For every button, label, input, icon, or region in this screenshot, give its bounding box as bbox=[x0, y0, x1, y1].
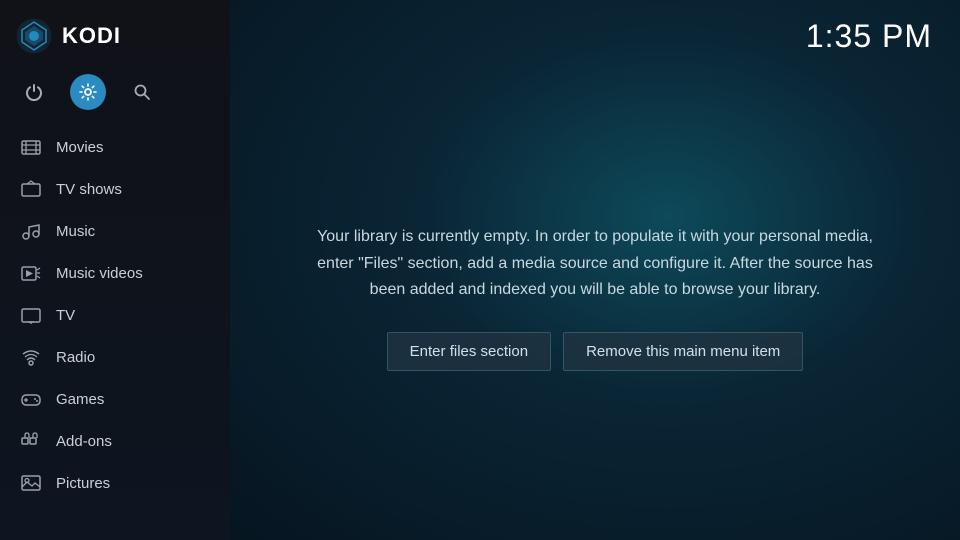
power-button[interactable] bbox=[16, 74, 52, 110]
radio-icon bbox=[20, 346, 42, 368]
sidebar-item-musicvideos[interactable]: Music videos bbox=[0, 252, 230, 294]
sidebar: KODI Movies bbox=[0, 0, 230, 540]
app-name: KODI bbox=[62, 23, 121, 49]
settings-icon bbox=[79, 83, 97, 101]
music-icon bbox=[20, 220, 42, 242]
remove-menu-item-button[interactable]: Remove this main menu item bbox=[563, 332, 803, 371]
sidebar-item-tvshows[interactable]: TV shows bbox=[0, 168, 230, 210]
addons-label: Add-ons bbox=[56, 433, 112, 450]
enter-files-button[interactable]: Enter files section bbox=[387, 332, 551, 371]
sidebar-item-tv[interactable]: TV bbox=[0, 294, 230, 336]
library-empty-message: Your library is currently empty. In orde… bbox=[310, 224, 880, 303]
sidebar-item-pictures[interactable]: Pictures bbox=[0, 462, 230, 504]
musicvideos-icon bbox=[20, 262, 42, 284]
settings-button[interactable] bbox=[70, 74, 106, 110]
radio-label: Radio bbox=[56, 349, 95, 366]
top-bar: 1:35 PM bbox=[230, 0, 960, 55]
main-content: 1:35 PM Your library is currently empty.… bbox=[230, 0, 960, 540]
music-label: Music bbox=[56, 223, 95, 240]
action-buttons: Enter files section Remove this main men… bbox=[387, 332, 804, 371]
sidebar-item-addons[interactable]: Add-ons bbox=[0, 420, 230, 462]
nav-list: Movies TV shows Music Music videos bbox=[0, 126, 230, 540]
tvshows-icon bbox=[20, 178, 42, 200]
sidebar-item-movies[interactable]: Movies bbox=[0, 126, 230, 168]
games-label: Games bbox=[56, 391, 104, 408]
addons-icon bbox=[20, 430, 42, 452]
movies-icon bbox=[20, 136, 42, 158]
games-icon bbox=[20, 388, 42, 410]
pictures-label: Pictures bbox=[56, 475, 110, 492]
content-area: Your library is currently empty. In orde… bbox=[230, 55, 960, 540]
tv-label: TV bbox=[56, 307, 75, 324]
sidebar-toolbar bbox=[0, 68, 230, 126]
kodi-logo-icon bbox=[16, 18, 52, 54]
clock-display: 1:35 PM bbox=[806, 18, 932, 55]
musicvideos-label: Music videos bbox=[56, 265, 143, 282]
sidebar-item-music[interactable]: Music bbox=[0, 210, 230, 252]
search-icon bbox=[133, 83, 151, 101]
search-button[interactable] bbox=[124, 74, 160, 110]
sidebar-item-games[interactable]: Games bbox=[0, 378, 230, 420]
sidebar-item-radio[interactable]: Radio bbox=[0, 336, 230, 378]
tvshows-label: TV shows bbox=[56, 181, 122, 198]
pictures-icon bbox=[20, 472, 42, 494]
sidebar-header: KODI bbox=[0, 0, 230, 68]
power-icon bbox=[25, 83, 43, 101]
movies-label: Movies bbox=[56, 139, 104, 156]
tv-icon bbox=[20, 304, 42, 326]
